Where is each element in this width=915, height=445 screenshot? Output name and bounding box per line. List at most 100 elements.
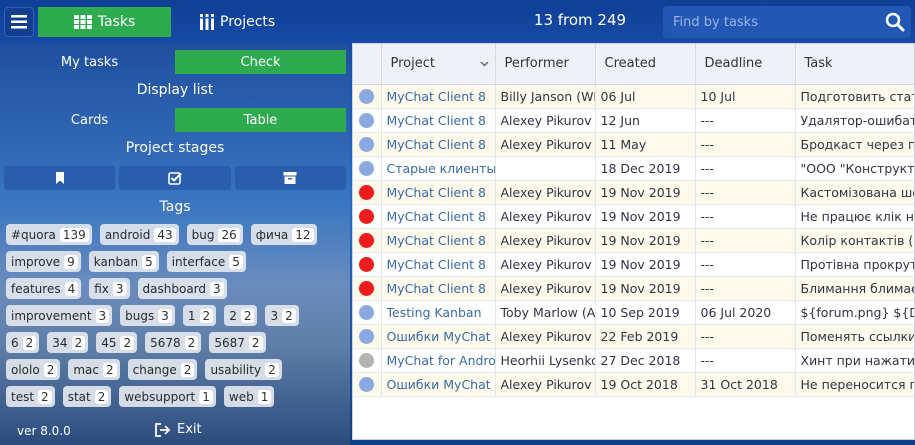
tag-chip[interactable]: change 2 [127, 359, 198, 380]
tag-name: dashboard [142, 281, 207, 296]
cell-project: MyChat Client 8 [381, 276, 496, 301]
cell-created: 19 Nov 2019 [595, 180, 696, 205]
tag-chip[interactable]: stat 2 [62, 386, 112, 407]
tag-name: #quora [11, 227, 56, 242]
status-dot [359, 281, 374, 296]
tag-name: фича [255, 227, 289, 242]
cell-project: Ошибки MyChat C [381, 324, 496, 349]
status-cell [353, 324, 382, 349]
column-task[interactable]: Task [795, 44, 914, 85]
cell-deadline: --- [695, 180, 796, 205]
table-row[interactable]: MyChat for Androi Heorhii Lysenko 27 Dec 2… [353, 348, 914, 373]
tag-chip[interactable]: websupport 1 [119, 386, 216, 407]
tag-chip[interactable]: android 43 [99, 224, 179, 245]
cell-deadline: --- [695, 228, 796, 253]
status-dot [359, 329, 374, 344]
cell-created: 19 Nov 2019 [595, 204, 696, 229]
tag-count: 2 [94, 389, 109, 404]
cell-task: Протівна прокрут [795, 252, 914, 277]
tag-chip[interactable]: dashboard 3 [137, 278, 227, 299]
tasks-table-panel: Project Performer Created Deadline Task … [352, 43, 915, 440]
tag-chip[interactable]: improvement 3 [6, 305, 113, 326]
cell-task: Не працює клік на [795, 204, 914, 229]
column-deadline[interactable]: Deadline [695, 44, 796, 85]
cell-created: 11 May [595, 132, 696, 157]
table-row[interactable]: MyChat Client 8 Billy Janson (WE 06 Jul 10 … [353, 84, 914, 109]
tag-chip[interactable]: mac 2 [68, 359, 120, 380]
search-input[interactable] [663, 14, 873, 30]
menu-button[interactable] [4, 7, 34, 37]
stage-archive-button[interactable] [234, 166, 346, 190]
tags-title: Tags [159, 199, 191, 215]
tag-chip[interactable]: interface 5 [166, 251, 246, 272]
tag-row: improvement 3 bugs 3 1 2 2 2 3 2 [6, 305, 346, 326]
table-row[interactable]: MyChat Client 8 Alexey Pikurov 12 Jun --- Уд… [353, 108, 914, 133]
tag-chip[interactable]: test 2 [6, 386, 55, 407]
tag-chip[interactable]: 5687 2 [209, 332, 266, 353]
tag-chip[interactable]: fix 3 [89, 278, 130, 299]
status-cell [353, 84, 382, 109]
check-button[interactable]: Check [175, 50, 346, 74]
column-performer[interactable]: Performer [495, 44, 596, 85]
search-icon[interactable] [885, 12, 905, 32]
tag-chip[interactable]: bug 26 [186, 224, 243, 245]
tag-chip[interactable]: bugs 3 [120, 305, 175, 326]
cell-deadline: --- [695, 252, 796, 277]
column-created[interactable]: Created [595, 44, 696, 85]
tag-name: web [228, 389, 254, 404]
tag-name: stat [67, 389, 91, 404]
tag-chip[interactable]: 34 2 [47, 332, 89, 353]
cell-project: MyChat for Androi [381, 348, 496, 373]
menu-icon [11, 15, 27, 29]
status-cell [353, 252, 382, 277]
tag-chip[interactable]: фича 12 [250, 224, 317, 245]
status-dot [359, 233, 374, 248]
table-row[interactable]: MyChat Client 8 Alexey Pikurov 19 Nov 2019… [353, 180, 914, 205]
tag-chip[interactable]: improve 9 [6, 251, 81, 272]
tag-chip[interactable]: 32 [265, 305, 299, 326]
table-row[interactable]: Ошибки MyChat C Alexey Pikurov 22 Feb 2019… [353, 324, 914, 349]
table-button[interactable]: Table [175, 108, 346, 132]
table-row[interactable]: Ошибки MyChat C Alexey Pikurov 19 Oct 2018… [353, 372, 914, 397]
my-tasks-button[interactable]: My tasks [4, 50, 175, 74]
tag-chip[interactable]: #quora 139 [6, 224, 92, 245]
tag-count: 1 [199, 389, 213, 404]
tag-chip[interactable]: 12 [182, 305, 217, 326]
table-row[interactable]: MyChat Client 8 Alexey Pikurov 19 Nov 2019… [353, 276, 914, 301]
tag-chip[interactable]: web 1 [223, 386, 275, 407]
table-row[interactable]: MyChat Client 8 Alexey Pikurov 19 Nov 2019… [353, 228, 914, 253]
exit-button[interactable]: Exit [155, 422, 202, 437]
cell-task: Удалятор-ошибат [795, 108, 914, 133]
stage-bookmark-button[interactable] [4, 166, 116, 190]
table-row[interactable]: Testing Kanban Toby Marlow (Ar 10 Sep 2019… [353, 300, 914, 325]
tag-count: 43 [154, 227, 176, 242]
status-cell [353, 372, 382, 397]
table-row[interactable]: MyChat Client 8 Alexey Pikurov 19 Nov 2019… [353, 252, 914, 277]
stage-check-button[interactable] [119, 166, 231, 190]
table-row[interactable]: MyChat Client 8 Alexey Pikurov 19 Nov 2019… [353, 204, 914, 229]
status-cell [353, 276, 382, 301]
tab-projects[interactable]: Projects [200, 7, 275, 37]
tag-chip[interactable]: kanban 5 [88, 251, 159, 272]
status-dot [359, 89, 374, 104]
tag-chip[interactable]: 22 [224, 305, 258, 326]
tag-cloud: #quora 139 android 43 bug 26 фича 12 improve 9 kan… [6, 224, 346, 413]
tag-chip[interactable]: 5678 2 [145, 332, 202, 353]
table-row[interactable]: MyChat Client 8 Alexey Pikurov 11 May --- Бр… [353, 132, 914, 157]
tag-chip[interactable]: ololo 2 [6, 359, 61, 380]
tag-chip[interactable]: 62 [6, 332, 40, 353]
tag-name: 34 [52, 335, 68, 350]
column-project[interactable]: Project [381, 44, 496, 85]
search-box[interactable] [663, 6, 911, 38]
cards-button[interactable]: Cards [4, 108, 175, 132]
cell-created: 19 Nov 2019 [595, 276, 696, 301]
tag-chip[interactable]: usability 2 [205, 359, 282, 380]
cell-deadline: --- [695, 132, 796, 157]
tag-name: change [132, 362, 177, 377]
cell-performer: Alexey Pikurov [495, 132, 596, 157]
cell-project: MyChat Client 8 [381, 132, 496, 157]
tag-chip[interactable]: 45 2 [96, 332, 138, 353]
tag-chip[interactable]: features 4 [6, 278, 82, 299]
tab-tasks[interactable]: Tasks [38, 7, 171, 37]
table-row[interactable]: Старые клиенты, 18 Dec 2019 --- "ООО "Конст… [353, 156, 914, 181]
